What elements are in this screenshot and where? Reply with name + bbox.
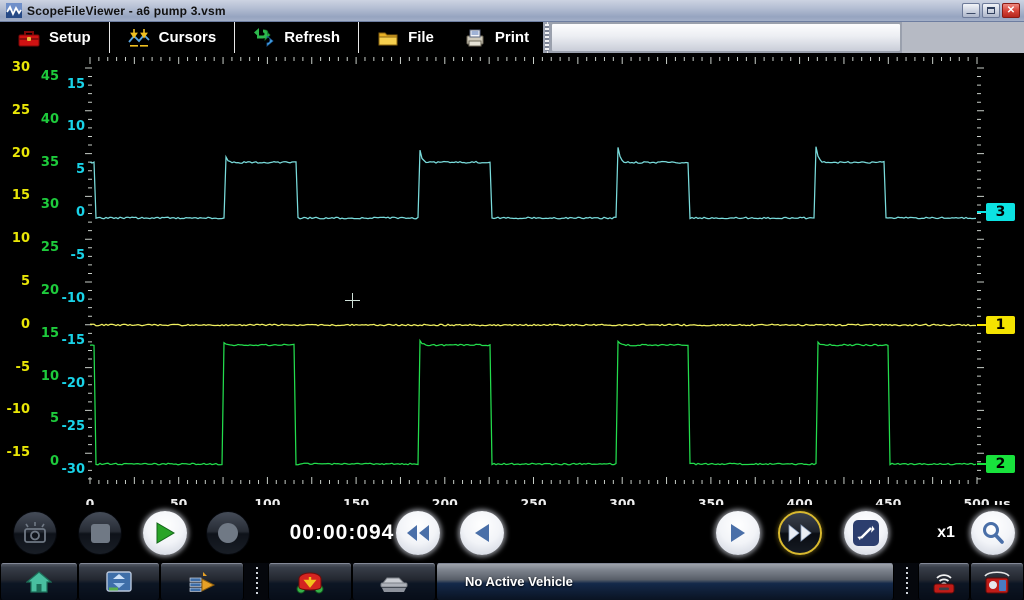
toolbar-empty-panel <box>551 23 901 52</box>
waveform-canvas <box>0 53 1024 505</box>
refresh-icon <box>253 28 275 48</box>
wireless-scanner-icon <box>929 569 959 595</box>
y-axis-label-ch3: 0 <box>55 205 85 220</box>
y-axis-label-ch1: -10 <box>0 402 30 417</box>
step-back-button[interactable] <box>460 511 504 555</box>
module-button[interactable] <box>970 563 1024 600</box>
stop-icon <box>91 524 110 543</box>
y-axis-label-ch3: 10 <box>55 119 85 134</box>
status-separator <box>244 563 268 600</box>
expand-icon <box>853 520 879 546</box>
channel-zero-tick-ch2 <box>977 463 986 465</box>
playback-control-bar: 00:00:094 <box>0 505 1024 563</box>
y-axis-label-ch3: -25 <box>55 419 85 434</box>
y-axis-label-ch1: 25 <box>0 103 30 118</box>
play-icon <box>154 521 176 545</box>
folder-icon <box>377 28 399 48</box>
record-icon <box>218 523 238 543</box>
app-window: ScopeFileViewer - a6 pump 3.vsm — ✕ Setu… <box>0 0 1024 600</box>
expand-button[interactable] <box>844 511 888 555</box>
y-axis-label-ch3: -15 <box>55 333 85 348</box>
status-message: No Active Vehicle <box>465 574 573 589</box>
window-title: ScopeFileViewer - a6 pump 3.vsm <box>27 4 226 18</box>
y-axis-label-ch1: 0 <box>0 317 30 332</box>
y-axis-label-ch3: -10 <box>55 291 85 306</box>
file-button[interactable]: File <box>369 26 442 50</box>
printer-icon <box>464 28 486 48</box>
y-axis-label-ch3: 5 <box>55 162 85 177</box>
waveform-trace-ch1 <box>90 324 976 326</box>
data-exchange-button[interactable] <box>78 563 160 600</box>
cursors-icon <box>128 28 150 48</box>
stop-button[interactable] <box>78 511 122 555</box>
record-button[interactable] <box>206 511 250 555</box>
home-button[interactable] <box>0 563 78 600</box>
setup-button[interactable]: Setup <box>10 26 99 50</box>
title-bar: ScopeFileViewer - a6 pump 3.vsm — ✕ <box>0 0 1024 22</box>
data-menu-button[interactable] <box>160 563 244 600</box>
zoom-button[interactable] <box>971 511 1015 555</box>
y-axis-label-ch3: 15 <box>55 77 85 92</box>
status-bar: No Active Vehicle <box>0 563 1024 600</box>
y-axis-label-ch1: 10 <box>0 231 30 246</box>
wireless-scanner-button[interactable] <box>918 563 970 600</box>
toolbar-background <box>902 22 1024 53</box>
status-separator <box>894 563 918 600</box>
y-axis-label-ch3: -30 <box>55 462 85 477</box>
rewind-icon <box>405 523 431 543</box>
restore-button[interactable] <box>982 3 1000 18</box>
cursors-button[interactable]: Cursors <box>120 26 225 50</box>
y-axis-label-ch1: 5 <box>0 274 30 289</box>
waveform-trace-ch3 <box>90 147 976 219</box>
play-button[interactable] <box>143 511 187 555</box>
active-vehicle-banner[interactable]: No Active Vehicle <box>436 563 894 600</box>
print-button[interactable]: Print <box>456 26 537 50</box>
zoom-factor-label: x1 <box>926 511 966 555</box>
toolbar-main: Setup Cursors <box>0 22 543 53</box>
toolbox-icon <box>18 28 40 48</box>
vehicle-tray-icon <box>379 570 409 594</box>
channel-marker-2[interactable]: 2 <box>986 455 1015 473</box>
vehicle-module-icon <box>981 569 1013 595</box>
vehicle-system-button[interactable] <box>352 563 436 600</box>
toolbar: Setup Cursors <box>0 22 1024 53</box>
step-forward-icon <box>729 523 747 543</box>
close-button[interactable]: ✕ <box>1002 3 1020 18</box>
screen-arrows-icon <box>105 570 133 594</box>
camera-icon <box>22 522 48 544</box>
fast-forward-button[interactable] <box>778 511 822 555</box>
vehicle-top-icon <box>295 569 325 595</box>
toolbar-gripper[interactable] <box>545 24 549 51</box>
fast-forward-icon <box>787 523 813 543</box>
y-axis-label-ch1: -15 <box>0 445 30 460</box>
scope-plot-area[interactable]: 302520151050-5-10-1545403530252015105015… <box>0 53 1024 505</box>
minimize-button[interactable]: — <box>962 3 980 18</box>
waveform-trace-ch2 <box>90 341 976 465</box>
channel-marker-1[interactable]: 1 <box>986 316 1015 334</box>
snapshot-button[interactable] <box>13 511 57 555</box>
refresh-button[interactable]: Refresh <box>245 26 348 50</box>
crosshair-cursor <box>345 300 360 301</box>
channel-zero-tick-ch1 <box>977 324 986 326</box>
playback-time: 00:00:094 <box>286 511 398 555</box>
y-axis-label-ch3: -5 <box>55 248 85 263</box>
home-icon <box>26 570 52 594</box>
app-icon <box>6 3 22 18</box>
channel-zero-tick-ch3 <box>977 211 986 213</box>
rewind-button[interactable] <box>396 511 440 555</box>
channel-marker-3[interactable]: 3 <box>986 203 1015 221</box>
step-forward-button[interactable] <box>716 511 760 555</box>
step-back-icon <box>473 523 491 543</box>
vehicle-id-button[interactable] <box>268 563 352 600</box>
y-axis-label-ch3: -20 <box>55 376 85 391</box>
list-arrow-icon <box>188 570 216 594</box>
y-axis-label-ch1: -5 <box>0 360 30 375</box>
y-axis-label-ch1: 15 <box>0 188 30 203</box>
y-axis-label-ch1: 30 <box>0 60 30 75</box>
magnifier-icon <box>980 520 1006 546</box>
y-axis-label-ch1: 20 <box>0 146 30 161</box>
